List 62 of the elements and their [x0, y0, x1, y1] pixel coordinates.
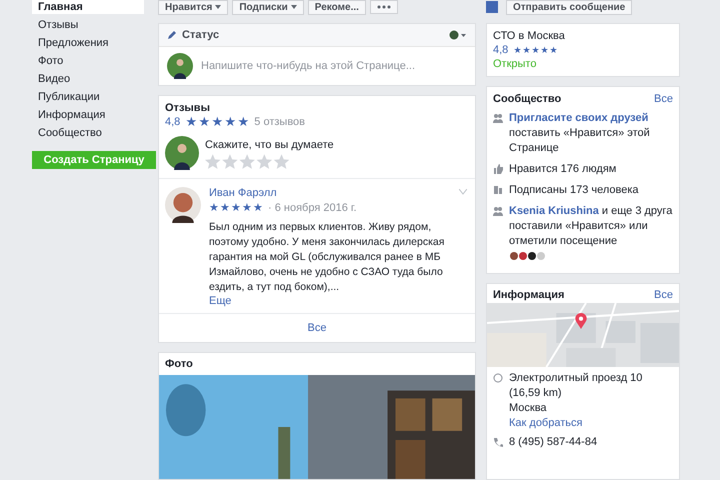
avatar: [167, 53, 193, 79]
page-thumbnail[interactable]: [486, 1, 498, 13]
sidebar-item[interactable]: Сообщество: [32, 126, 144, 140]
star-rating: ★★★★★: [513, 44, 558, 57]
phone-icon: [493, 437, 503, 447]
sidebar-item[interactable]: Фото: [32, 54, 144, 68]
see-all-link[interactable]: Все: [308, 322, 326, 334]
community-link[interactable]: Пригласите своих друзей: [509, 112, 648, 124]
chevron-icon[interactable]: [459, 189, 467, 195]
community-title: Сообщество: [493, 93, 562, 105]
thumbs-up-icon: [493, 164, 503, 174]
action-button[interactable]: Подписки: [232, 0, 304, 14]
send-message-button[interactable]: Отправить сообщение: [506, 0, 632, 14]
follow-icon: [493, 185, 503, 195]
more-link[interactable]: Еще: [209, 295, 232, 307]
star-rating-input[interactable]: [205, 154, 291, 170]
see-all-link[interactable]: Все: [654, 93, 673, 105]
action-button[interactable]: Рекоме...: [308, 0, 366, 14]
community-text: Нравится 176 людям: [509, 163, 616, 175]
review-text: Был одним из первых клиентов. Живу рядом, поэтому удобно. У меня закончилась дилерская гарантия на мой GL (обслуживался ранее в МБ Измайлово, очень не удобно с СЗАО туда было ездить, а тут под боком),...: [209, 220, 446, 295]
sidebar-item[interactable]: Отзывы: [32, 18, 144, 32]
directions-link[interactable]: Как добраться: [509, 417, 582, 429]
avatar: [165, 187, 201, 223]
more-icon: [376, 5, 391, 9]
place-name: СТО в Москва: [493, 30, 566, 42]
see-all-link[interactable]: Все: [654, 289, 673, 301]
review-prompt: Скажите, что вы думаете: [205, 139, 334, 151]
more-button[interactable]: [370, 0, 398, 14]
action-button[interactable]: Нравится: [158, 0, 228, 14]
community-link[interactable]: Ksenia Kriushina: [509, 205, 599, 217]
location-icon: [493, 373, 503, 383]
people-icon: [493, 206, 503, 216]
caret-icon: [215, 5, 222, 9]
sidebar-item[interactable]: Видео: [32, 72, 144, 86]
people-icon: [493, 113, 503, 123]
info-title: Информация: [493, 289, 564, 301]
pencil-icon: [167, 30, 177, 40]
address-text: Электролитный проезд 10 (16,59 km): [509, 371, 644, 401]
sidebar-item[interactable]: Предложения: [32, 36, 144, 50]
avatar: [165, 136, 199, 170]
review-author[interactable]: Иван Фарэлл: [209, 187, 469, 199]
status-title: Статус: [182, 29, 220, 41]
community-text: Подписаны 173 человека: [509, 184, 639, 196]
review-date: · 6 ноября 2016 г.: [268, 202, 357, 214]
star-rating: ★★★★★: [209, 201, 263, 216]
sidebar-item[interactable]: Главная: [32, 0, 144, 14]
community-text: Ksenia Kriushina и еще 3 друга поставили «Нравится» или отметили посещение: [509, 205, 672, 247]
sidebar-item[interactable]: Информация: [32, 108, 144, 122]
rating-value: 4,8: [493, 44, 508, 56]
caret-icon: [290, 5, 297, 9]
sidebar-item[interactable]: Публикации: [32, 90, 144, 104]
rating-value: 4,8: [165, 116, 180, 128]
photos-title: Фото: [164, 357, 194, 372]
star-rating: ★★★★★: [185, 114, 250, 130]
reviews-title: Отзывы: [165, 102, 211, 114]
phone-number: 8 (495) 587-44-84: [509, 435, 598, 450]
city-text: Москва: [509, 401, 548, 416]
map-pin-icon: [575, 313, 587, 329]
globe-icon[interactable]: [449, 30, 467, 40]
community-text: Пригласите своих друзей поставить «Нравится» этой Странице: [509, 112, 650, 154]
review-count: 5 отзывов: [254, 116, 306, 128]
open-status: Открыто: [493, 58, 538, 70]
